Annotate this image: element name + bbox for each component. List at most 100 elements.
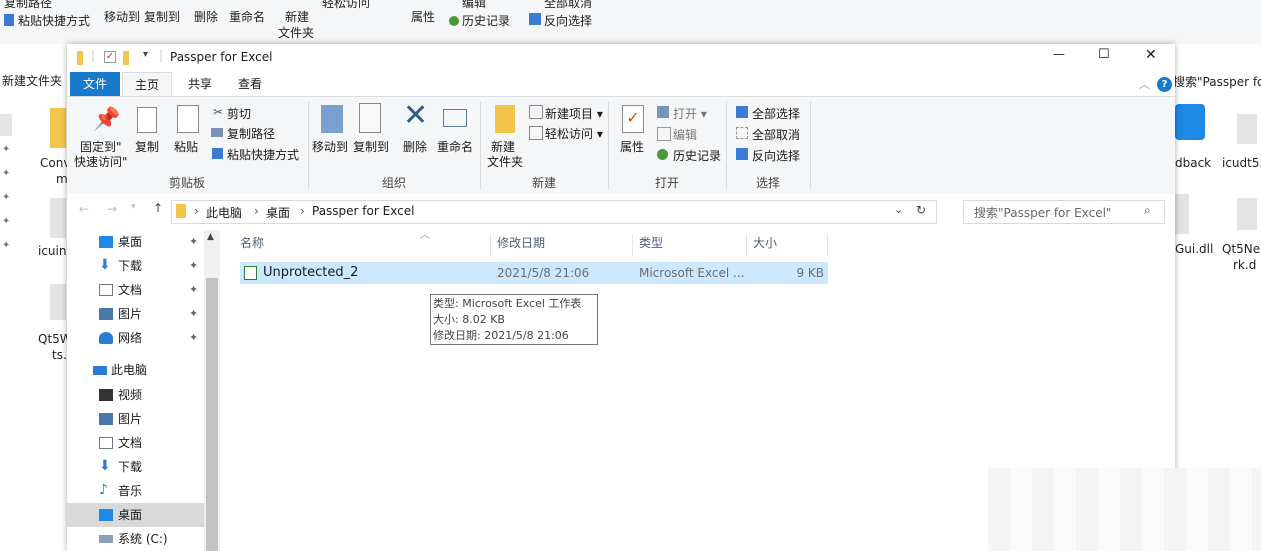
bg-file-label[interactable]: dback — [1175, 156, 1211, 170]
bg-file-label[interactable]: ts. — [52, 348, 67, 362]
paste-button[interactable]: 粘贴 — [174, 138, 198, 155]
bg-new-folder-1[interactable]: 新建 — [285, 8, 309, 25]
pin-icon[interactable]: ✦ — [189, 302, 198, 326]
nav-item-system-drive[interactable]: 系统 (C:) — [67, 527, 204, 551]
copy-button[interactable]: 复制 — [135, 138, 159, 155]
help-icon[interactable]: ? — [1157, 77, 1172, 92]
nav-item-downloads[interactable]: ⬇ 下载 ✦ — [67, 254, 204, 278]
bg-search-box[interactable]: 搜索"Passper for — [1173, 72, 1261, 90]
move-to-button[interactable]: 移动到 — [312, 138, 348, 155]
bg-new-folder-2[interactable]: 文件夹 — [278, 24, 314, 41]
open-button[interactable]: 打开 ▾ — [673, 105, 707, 122]
nav-item-this-pc[interactable]: 此电脑 — [67, 358, 204, 382]
tab-home[interactable]: 主页 — [122, 72, 172, 96]
tab-share[interactable]: 共享 — [175, 72, 225, 96]
bg-file-label[interactable]: Qt5Ne — [1222, 242, 1260, 256]
pin-icon[interactable]: ✦ — [189, 326, 198, 350]
nav-item-downloads-pc[interactable]: ⬇ 下载 — [67, 455, 204, 479]
bg-paste-shortcut[interactable]: 粘贴快捷方式 — [18, 12, 90, 29]
bg-file-label[interactable]: rk.d — [1233, 258, 1256, 272]
new-folder-icon[interactable] — [123, 51, 129, 65]
breadcrumb-desktop[interactable]: 桌面 — [266, 204, 290, 221]
bg-file-label[interactable]: Gui.dll — [1175, 242, 1213, 256]
pin-icon[interactable]: ✦ — [189, 278, 198, 302]
search-icon[interactable]: ⌕ — [1144, 203, 1151, 218]
bg-file-label[interactable]: icuin — [38, 244, 66, 258]
bg-file-label[interactable]: icudt53 — [1222, 156, 1261, 170]
bg-invert[interactable]: 反向选择 — [544, 12, 592, 29]
nav-item-documents[interactable]: 文档 ✦ — [67, 278, 204, 302]
bg-easy-access[interactable]: 轻松访问 — [322, 0, 370, 11]
nav-item-pictures[interactable]: 图片 ✦ — [67, 302, 204, 326]
table-row[interactable]: Unprotected_2 2021/5/8 21:06 Microsoft E… — [240, 262, 828, 284]
quick-access-dropdown-icon[interactable]: ▾ — [143, 49, 148, 60]
column-header-type[interactable]: 类型 — [639, 230, 663, 256]
nav-scrollbar-thumb[interactable] — [206, 278, 218, 551]
chevron-down-icon[interactable]: ⌄ — [894, 203, 903, 216]
nav-item-desktop-pc[interactable]: 桌面 — [67, 503, 204, 527]
bg-move-to[interactable]: 移动到 — [104, 8, 140, 25]
bg-delete[interactable]: 删除 — [194, 8, 218, 25]
tab-file[interactable]: 文件 — [70, 72, 120, 96]
bg-history[interactable]: 历史记录 — [462, 12, 510, 29]
maximize-button[interactable]: ☐ — [1098, 47, 1110, 62]
divider — [490, 234, 491, 256]
bg-edit[interactable]: 编辑 — [462, 0, 486, 11]
nav-item-music[interactable]: ♪ 音乐 — [67, 479, 204, 503]
history-button[interactable]: 历史记录 — [673, 147, 721, 164]
copy-path-button[interactable]: 复制路径 — [227, 125, 275, 142]
bg-copy-to[interactable]: 复制到 — [144, 8, 180, 25]
bg-properties[interactable]: 属性 — [411, 8, 435, 25]
nav-item-desktop[interactable]: 桌面 ✦ — [67, 230, 204, 254]
invert-selection-icon — [529, 13, 541, 25]
search-input[interactable]: 搜索"Passper for Excel" ⌕ — [963, 200, 1165, 224]
rename-button[interactable]: 重命名 — [437, 138, 473, 155]
bg-select-none[interactable]: 全部取消 — [544, 0, 592, 11]
bg-rename[interactable]: 重命名 — [229, 8, 265, 25]
forward-arrow-icon[interactable]: → — [107, 202, 117, 216]
refresh-icon[interactable]: ↻ — [916, 203, 926, 217]
minimize-button[interactable]: — — [1053, 47, 1065, 61]
column-header-size[interactable]: 大小 — [753, 230, 777, 256]
up-arrow-icon[interactable]: ↑ — [153, 201, 163, 215]
chevron-right-icon[interactable]: › — [300, 204, 305, 218]
delete-button[interactable]: 删除 — [403, 138, 427, 155]
checkmark-icon[interactable]: ✓ — [104, 51, 116, 63]
nav-item-documents-pc[interactable]: 文档 — [67, 431, 204, 455]
tab-view[interactable]: 查看 — [225, 72, 275, 96]
pin-icon[interactable]: ✦ — [189, 254, 198, 278]
address-bar[interactable]: › 此电脑 › 桌面 › Passper for Excel ⌄ ↻ — [171, 200, 937, 224]
copy-to-button[interactable]: 复制到 — [353, 138, 389, 155]
nav-item-pictures-pc[interactable]: 图片 — [67, 407, 204, 431]
select-all-button[interactable]: 全部选择 — [752, 105, 800, 122]
title-bar[interactable]: | ✓ ▾ | Passper for Excel — ☐ ✕ — [67, 44, 1175, 72]
cut-button[interactable]: 剪切 — [227, 105, 251, 122]
paste-shortcut-button[interactable]: 粘贴快捷方式 — [227, 146, 299, 163]
new-item-button[interactable]: 新建项目 ▾ — [545, 105, 603, 122]
file-name[interactable]: Unprotected_2 — [263, 262, 358, 284]
bg-file-label[interactable]: m — [56, 172, 68, 186]
chevron-right-icon[interactable]: › — [254, 204, 259, 218]
tooltip-type: 类型: Microsoft Excel 工作表 — [433, 297, 582, 310]
invert-selection-button[interactable]: 反向选择 — [752, 147, 800, 164]
select-none-button[interactable]: 全部取消 — [752, 126, 800, 143]
bg-file-label[interactable]: Conv — [40, 156, 70, 170]
nav-item-network[interactable]: 网络 ✦ — [67, 326, 204, 350]
column-header-modified[interactable]: 修改日期 — [497, 230, 545, 256]
chevron-right-icon[interactable]: › — [194, 204, 199, 218]
recent-dropdown-icon[interactable]: ▾ — [131, 202, 136, 212]
column-header-name[interactable]: 名称 — [240, 230, 264, 256]
bg-copy-path[interactable]: 复制路径 — [4, 0, 52, 11]
breadcrumb-this-pc[interactable]: 此电脑 — [206, 204, 242, 221]
chevron-up-icon[interactable]: ︿ — [1139, 76, 1150, 92]
edit-button[interactable]: 编辑 — [673, 126, 697, 143]
easy-access-button[interactable]: 轻松访问 ▾ — [545, 125, 603, 142]
pin-icon: ✦ — [2, 168, 11, 179]
pin-icon[interactable]: ✦ — [189, 230, 198, 254]
properties-button[interactable]: 属性 — [620, 138, 644, 155]
nav-item-videos[interactable]: 视频 — [67, 383, 204, 407]
breadcrumb-current[interactable]: Passper for Excel — [312, 204, 414, 218]
close-button[interactable]: ✕ — [1145, 47, 1157, 63]
back-arrow-icon[interactable]: ← — [79, 202, 89, 216]
scroll-up-icon[interactable]: ▲ — [207, 232, 214, 242]
